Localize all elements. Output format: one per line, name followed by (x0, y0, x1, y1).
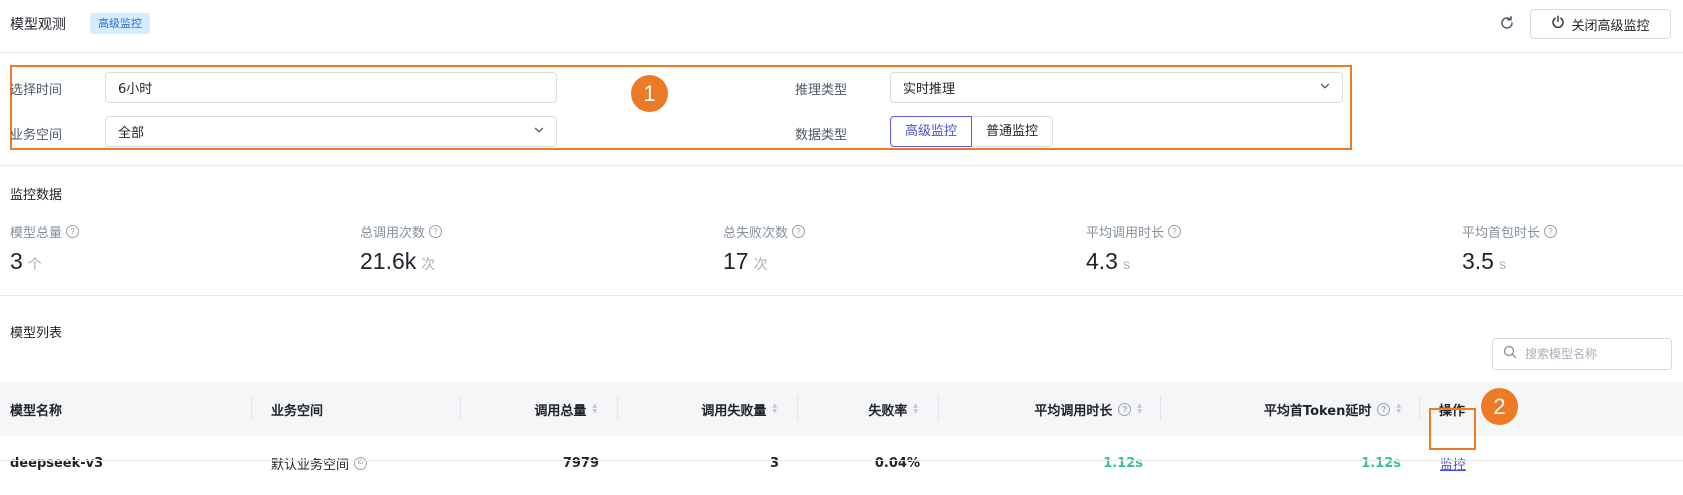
stats-divider (0, 295, 1683, 296)
stat-total-failures: 总失败次数? 17 次 (723, 222, 806, 275)
stat-label: 模型总量 (10, 226, 63, 241)
col-avg-call-duration[interactable]: 平均调用时长? ▲ ▼ (948, 382, 1142, 436)
sort-icon[interactable]: ▲ ▼ (772, 403, 777, 415)
col-failure-rate[interactable]: 失败率 ▲ ▼ (807, 382, 918, 436)
help-icon[interactable]: ? (1168, 225, 1182, 238)
cell-workspace-text: 默认业务空间 (271, 457, 350, 473)
col-workspace: 业务空间 (271, 403, 324, 419)
data-type-option-advanced[interactable]: 高级监控 (890, 116, 973, 147)
help-icon[interactable]: ? (429, 225, 443, 238)
power-icon (1551, 15, 1565, 33)
help-icon[interactable]: ? (792, 225, 806, 238)
cell-failure-rate: 0.04% (874, 455, 920, 471)
data-type-option-normal[interactable]: 普通监控 (972, 116, 1054, 147)
time-select[interactable]: 6小时 (105, 72, 557, 103)
cell-workspace: 默认业务空间 ID (271, 436, 368, 490)
sort-icon[interactable]: ▲ ▼ (592, 403, 597, 415)
column-divider[interactable] (1419, 396, 1420, 420)
cell-model-name: deepseek-v3 (10, 455, 104, 471)
model-search-box (1492, 338, 1672, 370)
page-title: 模型观测 (10, 17, 66, 33)
col-total-calls[interactable]: 调用总量 ▲ ▼ (470, 382, 597, 436)
stat-value: 3 (10, 248, 23, 274)
stat-label: 总调用次数 (360, 226, 426, 241)
stat-unit: 次 (421, 256, 436, 272)
stat-avg-first-packet: 平均首包时长? 3.5 s (1462, 222, 1558, 275)
data-type-segmented: 高级监控 普通监控 (890, 116, 1054, 147)
stat-unit: 次 (753, 256, 768, 272)
workspace-value: 全部 (118, 126, 145, 141)
stat-label: 总失败次数 (723, 226, 789, 241)
stat-model-total: 模型总量? 3个 (10, 222, 80, 275)
inference-type-label: 推理类型 (795, 83, 848, 98)
col-failed-calls[interactable]: 调用失败量 ▲ ▼ (627, 382, 777, 436)
sort-icon[interactable]: ▲ ▼ (1137, 403, 1142, 415)
cell-failed-calls: 3 (769, 455, 779, 471)
annotation-badge-2: 2 (1481, 388, 1518, 425)
cell-total-calls: 7979 (562, 455, 599, 471)
stat-unit: 个 (27, 256, 42, 272)
stat-value: 4.3 (1086, 248, 1118, 274)
id-icon[interactable]: ID (354, 456, 368, 470)
stat-label: 平均首包时长 (1462, 226, 1541, 241)
column-divider[interactable] (251, 396, 252, 420)
inference-type-value: 实时推理 (903, 82, 956, 97)
chevron-down-icon (1319, 80, 1331, 96)
annotation-box-2 (1429, 408, 1476, 450)
sort-icon[interactable]: ▲ ▼ (913, 403, 918, 415)
annotation-badge-1: 1 (631, 75, 668, 112)
refresh-icon[interactable] (1498, 14, 1516, 32)
time-label: 选择时间 (10, 83, 63, 98)
header-divider (0, 52, 1683, 53)
stat-value: 17 (723, 248, 749, 274)
search-icon (1503, 345, 1517, 363)
column-divider[interactable] (797, 396, 798, 420)
table-bottom-divider (0, 460, 1683, 461)
help-icon[interactable]: ? (66, 225, 80, 238)
stat-value: 21.6k (360, 248, 417, 274)
stat-label: 平均调用时长 (1086, 226, 1165, 241)
stat-value: 3.5 (1462, 248, 1494, 274)
time-value: 6小时 (118, 82, 153, 97)
chevron-down-icon (533, 124, 545, 140)
stat-total-calls: 总调用次数? 21.6k 次 (360, 222, 443, 275)
workspace-label: 业务空间 (10, 128, 63, 143)
stats-section-title: 监控数据 (10, 188, 63, 203)
col-model-name: 模型名称 (10, 403, 63, 419)
list-section-title: 模型列表 (10, 326, 63, 341)
col-avg-first-token-latency[interactable]: 平均首Token延时? ▲ ▼ (1170, 382, 1401, 436)
inference-type-select[interactable]: 实时推理 (890, 72, 1343, 103)
model-search-input[interactable] (1523, 346, 1657, 362)
stat-avg-call-duration: 平均调用时长? 4.3 s (1086, 222, 1182, 275)
filters-divider (0, 165, 1683, 166)
monitor-link[interactable]: 监控 (1440, 454, 1466, 473)
workspace-select[interactable]: 全部 (105, 116, 557, 147)
column-divider[interactable] (617, 396, 618, 420)
help-icon[interactable]: ? (1118, 402, 1132, 416)
help-icon[interactable]: ? (1544, 225, 1558, 238)
column-divider[interactable] (460, 396, 461, 420)
close-advanced-monitoring-button[interactable]: 关闭高级监控 (1530, 9, 1671, 39)
stat-unit: s (1498, 256, 1506, 272)
sort-icon[interactable]: ▲ ▼ (1396, 403, 1401, 415)
data-type-label: 数据类型 (795, 128, 848, 143)
advanced-monitoring-badge: 高级监控 (90, 13, 150, 34)
cell-avg-call-duration: 1.12s (1103, 455, 1143, 471)
column-divider[interactable] (938, 396, 939, 420)
column-divider[interactable] (1160, 396, 1161, 420)
cell-avg-first-token-latency: 1.12s (1361, 455, 1401, 471)
help-icon[interactable]: ? (1377, 402, 1391, 416)
close-advanced-monitoring-label: 关闭高级监控 (1571, 18, 1650, 34)
stat-unit: s (1122, 256, 1130, 272)
